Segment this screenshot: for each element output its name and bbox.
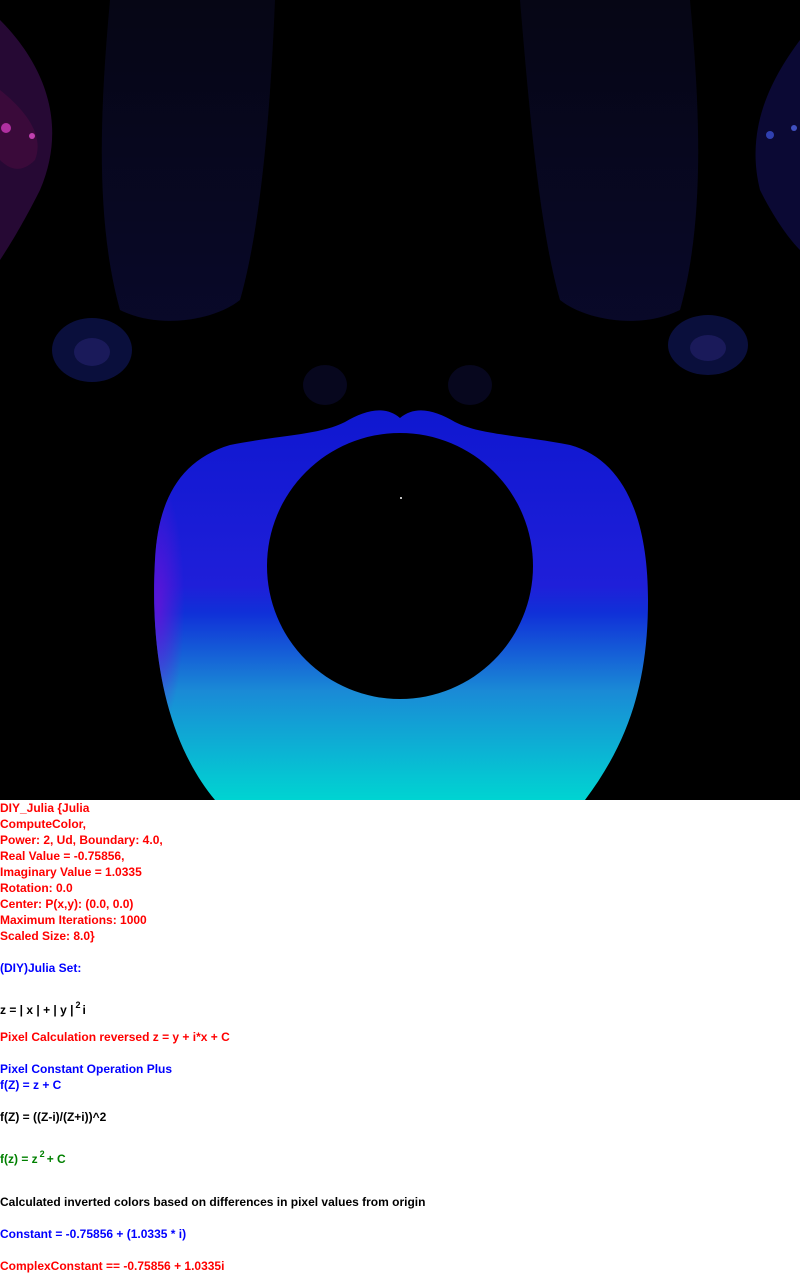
fractal-title: DIY_Julia {Julia — [0, 801, 90, 815]
real-value-text: Real Value = -0.75856, — [0, 849, 125, 863]
z-formula-suffix: i — [82, 1003, 86, 1017]
fz-squared-formula: f(z) = z 2 + C — [0, 1146, 66, 1167]
compute-color-text: ComputeColor, — [0, 817, 86, 831]
fractal-image — [0, 0, 800, 800]
z-formula: z = | x | + | y | 2 i — [0, 997, 86, 1018]
imaginary-value-text: Imaginary Value = 1.0335 — [0, 865, 142, 879]
fz-mobius-text: f(Z) = ((Z-i)/(Z+i))^2 — [0, 1110, 107, 1124]
max-iterations-text: Maximum Iterations: 1000 — [0, 913, 147, 927]
set-title: (DIY)Julia Set: — [0, 961, 82, 975]
scaled-size-text: Scaled Size: 8.0} — [0, 929, 95, 943]
fz-squared-exponent: 2 — [39, 1149, 45, 1159]
complex-constant-text: ComplexConstant == -0.75856 + 1.0335i — [0, 1259, 225, 1273]
fz-plus-c-text: f(Z) = z + C — [0, 1078, 62, 1092]
pixel-calculation-text: Pixel Calculation reversed z = y + i*x +… — [0, 1030, 230, 1044]
constant-text: Constant = -0.75856 + (1.0335 * i) — [0, 1227, 187, 1241]
z-formula-base: z = | x | + | y | — [0, 1003, 74, 1017]
z-formula-exponent: 2 — [75, 1000, 81, 1010]
fz-squared-suffix: + C — [46, 1152, 66, 1166]
rotation-text: Rotation: 0.0 — [0, 881, 73, 895]
fz-squared-base: f(z) = z — [0, 1152, 38, 1166]
power-text: Power: 2, Ud, Boundary: 4.0, — [0, 833, 163, 847]
inverted-colors-text: Calculated inverted colors based on diff… — [0, 1195, 426, 1209]
center-text: Center: P(x,y): (0.0, 0.0) — [0, 897, 134, 911]
pixel-constant-text: Pixel Constant Operation Plus — [0, 1062, 173, 1076]
